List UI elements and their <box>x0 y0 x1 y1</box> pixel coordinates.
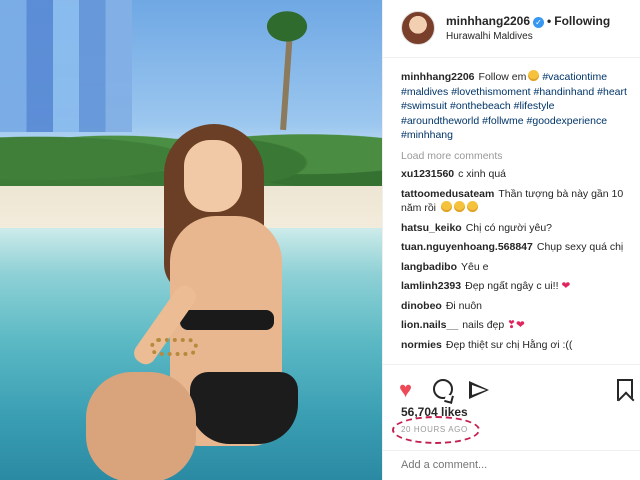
grinning-emoji-icon <box>528 70 540 81</box>
heart-icon: ❣❤ <box>507 319 525 331</box>
hashtag-link[interactable]: #follwme <box>482 115 523 127</box>
caption-username[interactable]: minhhang2206 <box>401 71 475 83</box>
comment-username[interactable]: tuan.nguyenhoang.568847 <box>401 241 533 253</box>
share-icon[interactable] <box>469 381 489 399</box>
comment-icon[interactable] <box>433 379 453 399</box>
comment-item: tuan.nguyenhoang.568847 Chụp sexy quá chị <box>401 240 633 255</box>
comment-text: Đi nuôn <box>445 299 483 312</box>
avatar[interactable] <box>401 11 435 45</box>
comment-username[interactable]: lamlinh2393 <box>401 280 461 292</box>
comment-item: tattoomedusateam Thần tượng bà này gần 10… <box>401 187 633 216</box>
bikini-top <box>180 310 274 330</box>
hashtag-link[interactable]: #goodexperience <box>527 115 608 127</box>
comment-username[interactable]: hatsu_keiko <box>401 222 462 234</box>
red-heart-icon: ❤ <box>561 280 571 292</box>
comment-item: langbadibo Yêu e <box>401 260 633 275</box>
hashtag-link[interactable]: #handinhand <box>534 86 595 98</box>
post-photo[interactable] <box>0 0 382 480</box>
holding-hand <box>86 372 196 480</box>
comment-text: Yêu e <box>461 260 489 273</box>
comment-item: lion.nails__ nails đẹp ❣❤ <box>401 318 633 333</box>
comment-composer <box>383 450 640 480</box>
bookmark-icon[interactable] <box>617 379 633 401</box>
hashtag-link[interactable]: #minhhang <box>401 129 453 141</box>
hashtag-link[interactable]: #maldives <box>401 86 448 98</box>
caption: minhhang2206 Follow em #vacationtime #mal… <box>401 70 633 143</box>
comment-text: c xinh quá <box>458 168 507 180</box>
following-button[interactable]: Following <box>554 14 610 28</box>
comment-item: dinobeo Đi nuôn <box>401 299 633 314</box>
comment-text: Chị có người yêu? <box>465 221 552 234</box>
hashtag-link[interactable]: #aroundtheworld <box>401 115 479 127</box>
annotation-circle <box>392 416 480 444</box>
comment-username[interactable]: langbadibo <box>401 261 457 273</box>
comment-username[interactable]: dinobeo <box>401 300 442 312</box>
sad-emoji-icon <box>440 201 452 212</box>
comment-username[interactable]: normies <box>401 339 442 351</box>
comment-item: lamlinh2393 Đẹp ngất ngây c ui!! ❤ <box>401 279 633 294</box>
hashtag-link[interactable]: #swimsuit <box>401 100 447 112</box>
username-link[interactable]: minhhang2206 <box>446 14 530 28</box>
comment-username[interactable]: tattoomedusateam <box>401 188 494 200</box>
sad-emoji-icon <box>453 201 465 212</box>
heart-icon[interactable]: ♥ <box>399 379 421 401</box>
comment-text: Đẹp thiệt sư chị Hằng ơi :(( <box>445 338 573 351</box>
separator-dot: • <box>547 14 552 28</box>
hashtag-link[interactable]: #vacationtime <box>542 71 607 83</box>
comment-username[interactable]: xu1231560 <box>401 168 454 180</box>
comment-text: Chụp sexy quá chị <box>536 241 624 253</box>
hashtag-link[interactable]: #lovethismoment <box>451 86 530 98</box>
location-link[interactable]: Hurawalhi Maldives <box>446 31 533 42</box>
palm-leaves <box>252 0 322 44</box>
bikini-bottom <box>190 372 298 444</box>
hashtag-link[interactable]: #heart <box>597 86 627 98</box>
add-comment-input[interactable] <box>401 459 621 471</box>
comment-text: nails đẹp <box>462 319 505 331</box>
comment-item: xu1231560 c xinh quá <box>401 167 633 182</box>
comment-item: hatsu_keiko Chị có người yêu? <box>401 221 633 236</box>
post-header: minhhang2206 ✓ • Following Hurawalhi Maldiv… <box>383 0 640 58</box>
caption-text: Follow em <box>478 71 527 83</box>
comment-username[interactable]: lion.nails__ <box>401 319 458 331</box>
sad-emoji-icon <box>466 201 478 212</box>
face <box>184 140 242 212</box>
hashtag-link[interactable]: #onthebeach <box>450 100 511 112</box>
comment-text: Đẹp ngất ngây c ui!! <box>465 280 559 292</box>
action-bar: ♥ <box>383 364 640 410</box>
load-more-comments-button[interactable]: Load more comments <box>401 149 633 164</box>
hashtag-link[interactable]: #lifestyle <box>514 100 555 112</box>
verified-icon: ✓ <box>533 17 545 28</box>
comments-list: minhhang2206 Follow em #vacationtime #mal… <box>401 70 633 357</box>
bracelet <box>150 338 198 356</box>
post-sidebar: minhhang2206 ✓ • Following Hurawalhi Maldiv… <box>382 0 640 480</box>
username-row: minhhang2206 ✓ • Following <box>446 14 610 28</box>
comment-item: normies Đẹp thiệt sư chị Hằng ơi :(( <box>401 338 633 353</box>
